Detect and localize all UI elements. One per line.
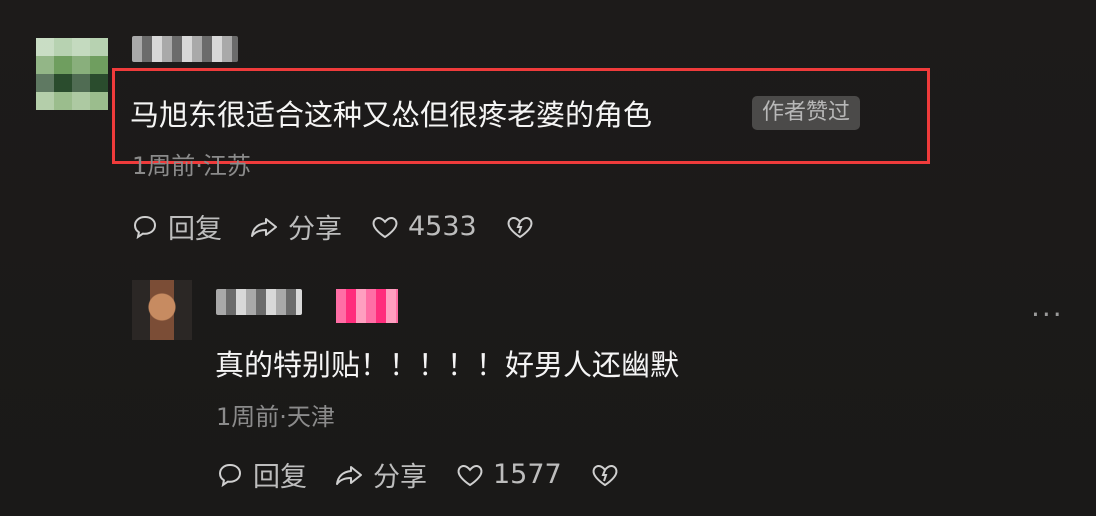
comment-like-button[interactable]: 4533 [370, 211, 477, 242]
comment-text: 马旭东很适合这种又怂但很疼老婆的角色 [130, 98, 653, 132]
share-arrow-icon [335, 460, 365, 490]
comment-like-count: 4533 [408, 211, 477, 242]
reply-like-count: 1577 [493, 459, 562, 490]
reply-share-label: 分享 [373, 462, 427, 493]
reply-user-badge-blurred [336, 289, 398, 323]
reply-avatar[interactable] [132, 280, 192, 340]
reply-actions: 回复 分享 1577 [215, 455, 620, 494]
comment-share-button[interactable]: 分享 [250, 207, 342, 246]
reply-like-button[interactable]: 1577 [455, 459, 562, 490]
reply-share-button[interactable]: 分享 [335, 455, 427, 494]
comment-avatar[interactable] [36, 38, 108, 110]
reply-dislike-button[interactable] [590, 460, 620, 490]
heart-icon [455, 460, 485, 490]
comment-bubble-icon [130, 212, 160, 242]
comment-reply-button[interactable]: 回复 [130, 207, 222, 246]
reply-username-blurred[interactable] [216, 289, 302, 315]
broken-heart-icon [590, 460, 620, 490]
share-arrow-icon [250, 212, 280, 242]
comment-username-blurred[interactable] [132, 36, 238, 62]
more-options-button[interactable]: ··· [1031, 298, 1064, 331]
heart-icon [370, 212, 400, 242]
reply-text: 真的特别贴！！！！！好男人还幽默 [215, 348, 680, 382]
comment-dislike-button[interactable] [505, 212, 535, 242]
reply-meta: 1周前·天津 [216, 403, 335, 431]
comment-reply-label: 回复 [168, 214, 222, 245]
comment-share-label: 分享 [288, 214, 342, 245]
comment-actions: 回复 分享 4533 [130, 207, 535, 246]
reply-reply-label: 回复 [253, 462, 307, 493]
comment-bubble-icon [215, 460, 245, 490]
broken-heart-icon [505, 212, 535, 242]
reply-reply-button[interactable]: 回复 [215, 455, 307, 494]
author-liked-badge: 作者赞过 [752, 96, 861, 130]
comment-meta: 1周前·江苏 [132, 152, 251, 180]
